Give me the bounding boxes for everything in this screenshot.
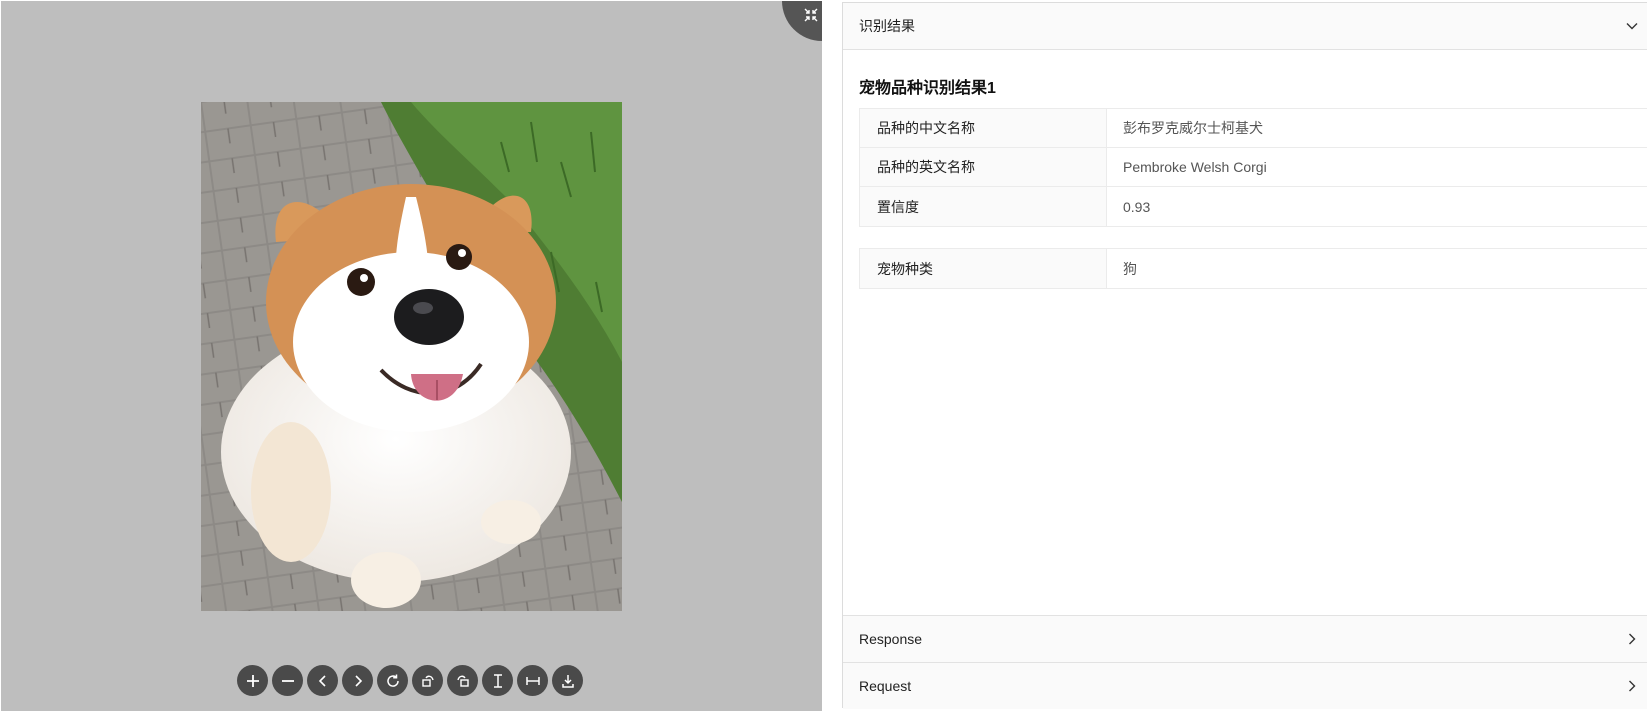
- image-viewer: [1, 1, 822, 711]
- cn-name-value: 彭布罗克威尔士柯基犬: [1123, 120, 1263, 136]
- plus-icon: [246, 674, 259, 687]
- table-row: 品种的中文名称 彭布罗克威尔士柯基犬: [860, 109, 1647, 148]
- fullscreen-button[interactable]: [782, 1, 822, 41]
- reset-button[interactable]: [377, 665, 408, 696]
- en-name-label: 品种的英文名称: [860, 148, 1107, 186]
- result-collapse-header[interactable]: 识别结果: [843, 3, 1647, 50]
- confidence-value: 0.93: [1123, 198, 1151, 215]
- next-button[interactable]: [342, 665, 373, 696]
- pet-photo: [201, 102, 622, 611]
- rotate-right-button[interactable]: [447, 665, 478, 696]
- download-button[interactable]: [552, 665, 583, 696]
- result-header-label: 识别结果: [859, 18, 915, 34]
- table-row: 宠物种类 狗: [860, 249, 1647, 288]
- result-body: 宠物品种识别结果1 品种的中文名称 彭布罗克威尔士柯基犬 品种的英文名称 Pem…: [843, 50, 1647, 615]
- zoom-in-button[interactable]: [237, 665, 268, 696]
- request-label: Request: [859, 678, 912, 694]
- cn-name-label: 品种的中文名称: [860, 109, 1107, 147]
- table-row: 品种的英文名称 Pembroke Welsh Corgi: [860, 148, 1647, 187]
- pet-type-label: 宠物种类: [860, 249, 1107, 288]
- flip-horizontal-button[interactable]: [517, 665, 548, 696]
- rotate-right-icon: [456, 675, 469, 687]
- chevron-right-icon: [1629, 680, 1636, 692]
- request-collapse-header[interactable]: Request: [843, 662, 1647, 709]
- en-name-value: Pembroke Welsh Corgi: [1123, 159, 1267, 175]
- rotate-left-button[interactable]: [412, 665, 443, 696]
- rotate-left-icon: [421, 675, 434, 687]
- pet-type-table: 宠物种类 狗: [859, 248, 1647, 289]
- exit-fullscreen-icon: [804, 8, 818, 22]
- refresh-icon: [386, 674, 399, 687]
- viewer-toolbar: [237, 665, 583, 696]
- table-row: 置信度 0.93: [860, 187, 1647, 226]
- prev-button[interactable]: [307, 665, 338, 696]
- chevron-left-icon: [318, 674, 326, 687]
- confidence-label: 置信度: [860, 187, 1107, 226]
- result-panel: 识别结果 宠物品种识别结果1 品种的中文名称 彭布罗克威尔士柯基犬 品种的英文名…: [842, 2, 1647, 709]
- zoom-out-button[interactable]: [272, 665, 303, 696]
- chevron-down-icon: [1626, 23, 1638, 30]
- flip-horizontal-icon: [525, 676, 540, 685]
- minus-icon: [281, 679, 294, 682]
- flip-vertical-icon: [493, 673, 502, 688]
- flip-vertical-button[interactable]: [482, 665, 513, 696]
- response-label: Response: [859, 631, 923, 647]
- section-title: 宠物品种识别结果1: [859, 80, 996, 97]
- response-collapse-header[interactable]: Response: [843, 615, 1647, 662]
- download-icon: [561, 674, 574, 688]
- chevron-right-icon: [354, 674, 362, 687]
- breed-table: 品种的中文名称 彭布罗克威尔士柯基犬 品种的英文名称 Pembroke Wels…: [859, 108, 1647, 227]
- chevron-right-icon: [1629, 633, 1636, 645]
- pet-type-value: 狗: [1123, 260, 1137, 277]
